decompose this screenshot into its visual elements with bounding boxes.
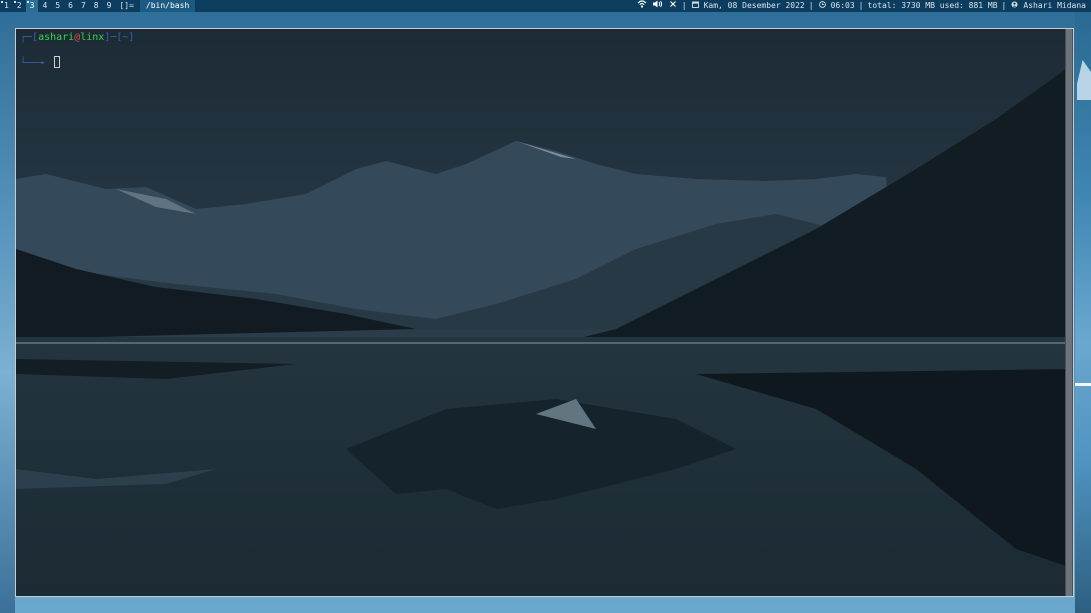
tag-2[interactable]: 2 xyxy=(13,0,26,12)
terminal-background-scene xyxy=(16,29,1073,596)
prompt-host: linx xyxy=(80,32,105,43)
tag-7[interactable]: 7 xyxy=(77,0,90,12)
top-bar: 123456789 []= /bin/bash | Kam, 08 Desemb… xyxy=(0,0,1091,12)
clock-icon xyxy=(818,0,826,12)
layout-indicator[interactable]: []= xyxy=(115,0,139,12)
calendar-icon xyxy=(691,0,699,12)
prompt-bracket-open: ┌─[ xyxy=(20,32,39,43)
prompt-bracket-close: ] xyxy=(128,32,135,43)
status-user: Ashari Midana xyxy=(1023,1,1086,10)
terminal-window[interactable]: ┌─[ashari@linx]─[~] └──╼ xyxy=(15,28,1074,597)
prompt-dir-separator: ]─[ xyxy=(104,32,123,43)
status-separator: | xyxy=(858,1,864,10)
prompt-line-2: └──╼ xyxy=(20,58,45,69)
tag-4[interactable]: 4 xyxy=(38,0,51,12)
tag-list: 123456789 xyxy=(0,0,115,12)
terminal-scrollbar-thumb[interactable] xyxy=(1066,29,1072,596)
user-icon xyxy=(1011,0,1018,12)
wallpaper-right-edge xyxy=(1075,12,1091,613)
prompt-user: ashari xyxy=(38,32,75,43)
status-separator: | xyxy=(681,1,687,10)
wallpaper-snow xyxy=(1077,60,1091,100)
tag-9[interactable]: 9 xyxy=(103,0,116,12)
status-memory: total: 3730 MB used: 881 MB xyxy=(867,1,998,10)
volume-icon[interactable] xyxy=(652,0,663,12)
status-time: 06:03 xyxy=(830,1,855,10)
tag-5[interactable]: 5 xyxy=(51,0,64,12)
tag-3[interactable]: 3 xyxy=(25,0,39,12)
wallpaper-left-edge xyxy=(0,12,15,613)
status-separator: | xyxy=(808,1,814,10)
mute-icon[interactable] xyxy=(669,0,677,12)
status-area: | Kam, 08 Desember 2022 | 06:03 | total:… xyxy=(634,0,1091,12)
shell-prompt: ┌─[ashari@linx]─[~] xyxy=(20,31,134,44)
status-separator: | xyxy=(1001,1,1007,10)
wifi-icon[interactable] xyxy=(637,0,647,12)
terminal-cursor[interactable] xyxy=(54,56,60,68)
wallpaper-shoreline xyxy=(1075,383,1091,386)
tag-8[interactable]: 8 xyxy=(90,0,103,12)
status-date: Kam, 08 Desember 2022 xyxy=(703,1,805,10)
window-title: /bin/bash xyxy=(139,0,196,12)
tag-1[interactable]: 1 xyxy=(0,0,13,12)
terminal-scrollbar[interactable] xyxy=(1065,29,1073,596)
tag-6[interactable]: 6 xyxy=(64,0,77,12)
